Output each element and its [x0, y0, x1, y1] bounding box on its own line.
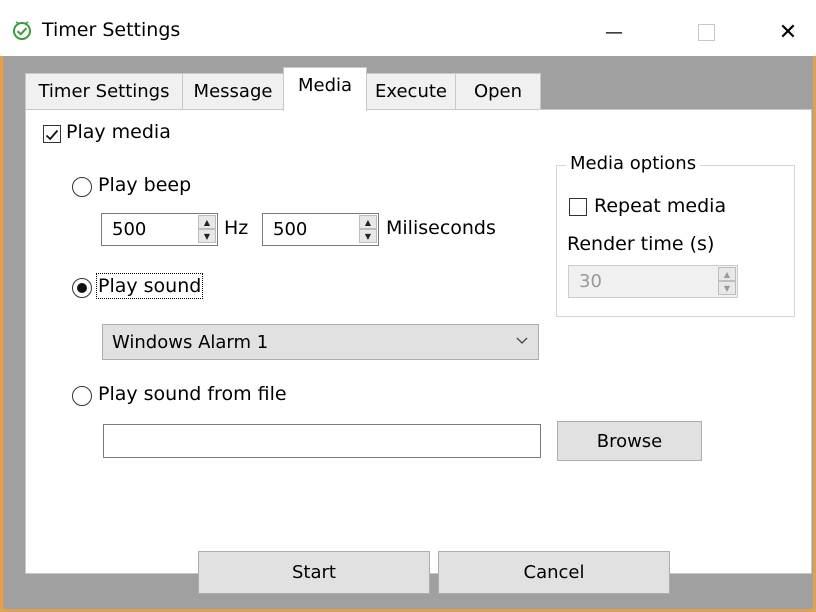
- play-file-radio[interactable]: [72, 386, 92, 406]
- play-sound-label: Play sound: [95, 273, 204, 299]
- tab-media[interactable]: Media: [283, 67, 367, 111]
- cancel-label: Cancel: [523, 562, 585, 583]
- play-media-label: Play media: [66, 121, 171, 143]
- cancel-button[interactable]: Cancel: [438, 551, 670, 594]
- tab-label: Media: [297, 75, 353, 96]
- play-file-label: Play sound from file: [98, 383, 287, 405]
- dialog-client: Timer Settings Message Media Execute Ope…: [3, 56, 813, 609]
- ms-value: 500: [273, 219, 308, 240]
- timer-check-icon: [13, 21, 31, 40]
- hz-unit-label: Hz: [224, 217, 249, 239]
- play-beep-radio[interactable]: [72, 177, 92, 197]
- minimize-button[interactable]: —: [586, 8, 642, 56]
- sound-select[interactable]: Windows Alarm 1: [102, 324, 539, 360]
- tab-execute[interactable]: Execute: [366, 73, 456, 109]
- close-button[interactable]: ✕: [760, 8, 816, 56]
- media-options-legend: Media options: [566, 153, 701, 174]
- window-title: Timer Settings: [42, 19, 181, 41]
- hz-spinbox[interactable]: 500 ▲ ▼: [101, 213, 218, 246]
- title-bar: Timer Settings — ✕: [0, 0, 816, 56]
- checkmark-icon: [45, 129, 59, 141]
- sound-select-value: Windows Alarm 1: [112, 332, 269, 353]
- play-media-checkbox[interactable]: [43, 125, 61, 143]
- media-tab-panel: Play media Play beep 500 ▲ ▼ Hz 500 ▲ ▼ Mi…: [25, 109, 812, 574]
- milliseconds-spinbox[interactable]: 500 ▲ ▼: [262, 213, 379, 246]
- play-sound-radio[interactable]: [72, 278, 92, 298]
- render-time-value: 30: [579, 271, 602, 292]
- start-button[interactable]: Start: [198, 551, 430, 594]
- browse-label: Browse: [596, 430, 663, 452]
- hz-spin-arrows[interactable]: ▲ ▼: [198, 215, 216, 244]
- spin-up-icon: ▲: [359, 215, 377, 229]
- hz-value: 500: [112, 219, 147, 240]
- chevron-down-icon: [516, 337, 528, 344]
- ms-spin-arrows[interactable]: ▲ ▼: [359, 215, 377, 244]
- render-time-spinbox[interactable]: 30 ▲ ▼: [568, 265, 738, 298]
- render-spin-arrows[interactable]: ▲ ▼: [718, 267, 736, 296]
- tab-open[interactable]: Open: [455, 73, 541, 109]
- tab-label: Message: [193, 81, 273, 102]
- maximize-button[interactable]: [678, 8, 734, 56]
- tab-timer-settings[interactable]: Timer Settings: [25, 73, 183, 109]
- browse-button[interactable]: Browse: [557, 421, 702, 461]
- media-options-group: Media options Repeat media Render time (…: [556, 153, 795, 317]
- start-label: Start: [292, 562, 336, 583]
- maximize-icon: [697, 23, 715, 41]
- repeat-media-checkbox[interactable]: [569, 198, 587, 216]
- tab-label: Timer Settings: [38, 81, 170, 102]
- tab-label: Execute: [375, 81, 447, 102]
- ms-unit-label: Miliseconds: [386, 217, 496, 239]
- spin-up-icon: ▲: [718, 267, 736, 281]
- spin-down-icon: ▼: [718, 281, 736, 295]
- spin-up-icon: ▲: [198, 215, 216, 229]
- play-beep-label: Play beep: [98, 174, 192, 196]
- tab-label: Open: [473, 81, 523, 102]
- close-icon: ✕: [778, 19, 798, 45]
- render-time-label: Render time (s): [567, 233, 715, 255]
- file-path-field[interactable]: [103, 424, 541, 458]
- minimize-icon: —: [605, 21, 623, 43]
- spin-down-icon: ▼: [198, 229, 216, 243]
- tab-message[interactable]: Message: [182, 73, 284, 109]
- spin-down-icon: ▼: [359, 229, 377, 243]
- repeat-media-label: Repeat media: [594, 195, 727, 217]
